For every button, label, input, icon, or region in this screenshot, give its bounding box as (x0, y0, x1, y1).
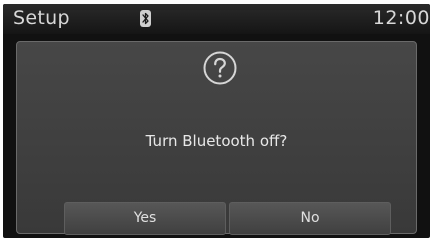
head-unit-screen: Setup 12:00 Turn Bluetooth off? Yes No (3, 4, 430, 238)
confirm-dialog: Turn Bluetooth off? Yes No (16, 41, 417, 235)
bluetooth-icon (140, 10, 151, 27)
yes-button[interactable]: Yes (64, 202, 226, 235)
no-button[interactable]: No (229, 202, 391, 235)
dialog-message: Turn Bluetooth off? (145, 132, 288, 150)
status-bar: Setup 12:00 (3, 4, 430, 34)
clock: 12:00 (372, 7, 430, 29)
screen-title: Setup (13, 7, 70, 29)
question-mark-icon (203, 51, 237, 85)
